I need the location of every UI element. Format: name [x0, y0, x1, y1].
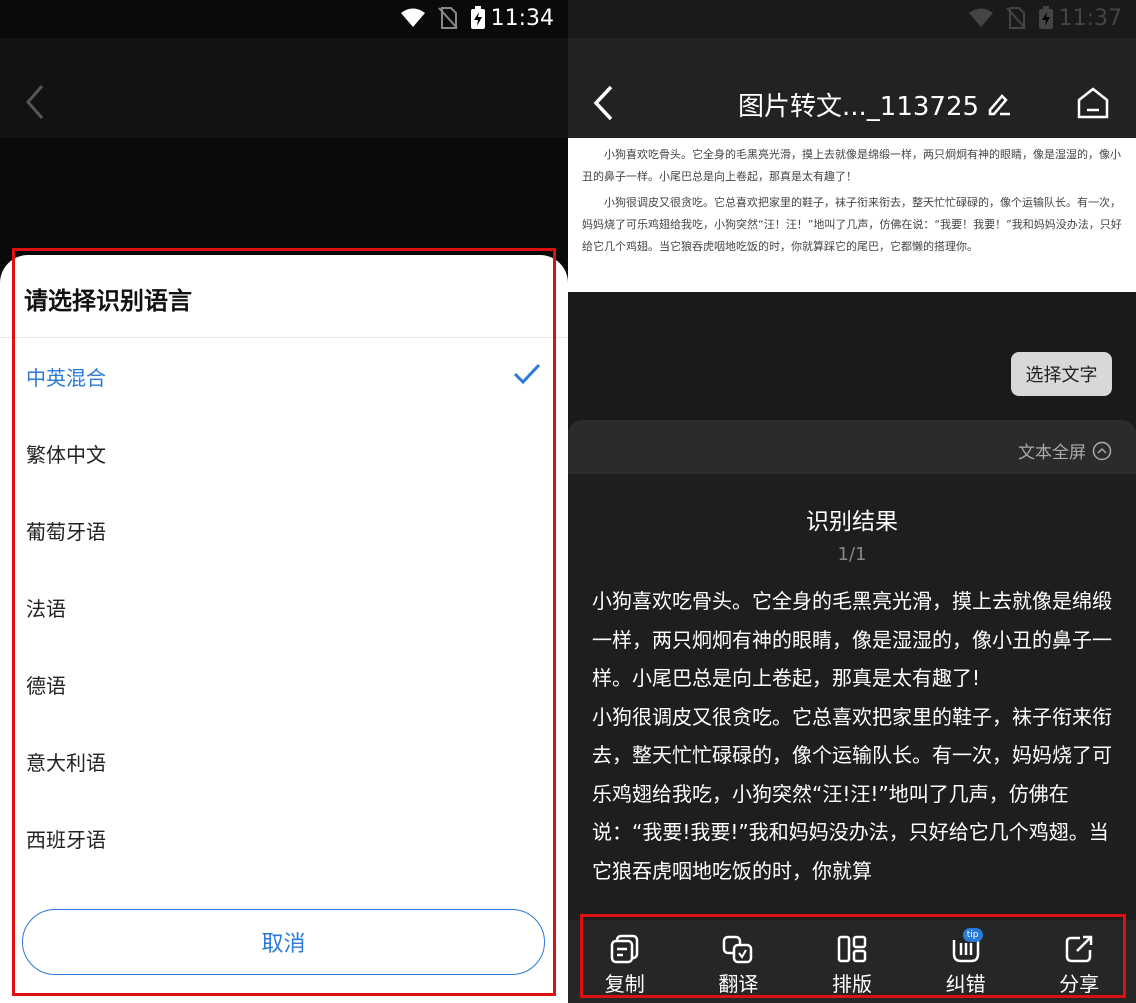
no-sim-icon: [438, 7, 458, 29]
correct-button[interactable]: tip 纠错: [909, 920, 1023, 1003]
language-label: 繁体中文: [26, 443, 106, 467]
status-bar: 11:37: [568, 0, 1136, 38]
left-screen: 11:34 请选择识别语言 中英混合 繁体中文 葡萄牙语 法语 德语 意大利语 …: [0, 0, 568, 1003]
language-option-portuguese[interactable]: 葡萄牙语: [0, 492, 568, 569]
document-title: 图片转文..._113725: [738, 92, 980, 122]
battery-charging-icon: [471, 6, 485, 29]
preview-paragraph: 小狗喜欢吃骨头。它全身的毛黑亮光滑，摸上去就像是绵缎一样，两只炯炯有神的眼睛，像…: [582, 148, 1121, 183]
result-header: 文本全屏: [568, 420, 1136, 474]
language-label: 葡萄牙语: [26, 520, 106, 544]
nav-bar: [0, 38, 568, 138]
home-icon[interactable]: [1076, 86, 1110, 120]
language-list: 中英混合 繁体中文 葡萄牙语 法语 德语 意大利语 西班牙语: [0, 338, 568, 877]
language-option-spanish[interactable]: 西班牙语: [0, 800, 568, 877]
language-label: 意大利语: [26, 751, 106, 775]
fullscreen-toggle[interactable]: 文本全屏: [1018, 438, 1112, 463]
language-select-sheet: 请选择识别语言 中英混合 繁体中文 葡萄牙语 法语 德语 意大利语 西班牙语 取…: [0, 255, 568, 1003]
wifi-icon: [401, 8, 425, 27]
source-image-preview: 小狗喜欢吃骨头。它全身的毛黑亮光滑，摸上去就像是绵缎一样，两只炯炯有神的眼睛，像…: [568, 138, 1136, 292]
layout-icon: [837, 935, 867, 963]
check-icon: [513, 363, 541, 385]
language-label: 德语: [26, 674, 66, 698]
language-option-italian[interactable]: 意大利语: [0, 723, 568, 800]
share-icon: [1065, 935, 1093, 963]
copy-icon: [610, 934, 639, 964]
recognized-text[interactable]: 小狗喜欢吃骨头。它全身的毛黑亮光滑，摸上去就像是绵缎一样，两只炯炯有神的眼睛，像…: [592, 582, 1114, 890]
translate-icon: [723, 935, 753, 964]
language-option-german[interactable]: 德语: [0, 646, 568, 723]
layout-button[interactable]: 排版: [795, 920, 909, 1003]
status-time: 11:37: [1058, 6, 1122, 31]
status-time: 11:34: [490, 6, 554, 31]
select-text-button[interactable]: 选择文字: [1011, 352, 1112, 396]
correct-label: 纠错: [945, 972, 986, 996]
battery-charging-icon: [1039, 6, 1053, 29]
language-option-french[interactable]: 法语: [0, 569, 568, 646]
language-option-mixed[interactable]: 中英混合: [0, 338, 568, 415]
edit-icon[interactable]: [986, 90, 1012, 116]
translate-label: 翻译: [718, 972, 759, 996]
correct-badge: tip: [962, 928, 983, 942]
no-sim-icon: [1006, 7, 1026, 29]
copy-button[interactable]: 复制: [568, 920, 682, 1003]
language-label: 西班牙语: [26, 828, 106, 852]
result-paragraph: 小狗喜欢吃骨头。它全身的毛黑亮光滑，摸上去就像是绵缎一样，两只炯炯有神的眼睛，像…: [592, 589, 1112, 690]
status-bar: 11:34: [0, 0, 568, 38]
right-screen: 11:37 图片转文..._113725 小狗喜欢吃骨头。它全身的毛黑亮光滑，摸…: [568, 0, 1136, 1003]
chevron-up-circle-icon: [1092, 441, 1112, 460]
language-label: 中英混合: [26, 366, 106, 390]
preview-paragraph: 小狗很调皮又很贪吃。它总喜欢把家里的鞋子，袜子衔来衔去，整天忙忙碌碌的，像个运输…: [582, 196, 1122, 253]
bottom-toolbar: 复制 翻译 排版 tip 纠错 分享: [568, 920, 1136, 1003]
translate-button[interactable]: 翻译: [682, 920, 796, 1003]
result-card: 文本全屏 识别结果 1/1 小狗喜欢吃骨头。它全身的毛黑亮光滑，摸上去就像是绵缎…: [568, 420, 1136, 1003]
page-indicator: 1/1: [837, 544, 867, 565]
share-button[interactable]: 分享: [1022, 920, 1136, 1003]
status-icons: [968, 6, 1054, 30]
result-title: 识别结果: [806, 509, 898, 535]
language-option-traditional-chinese[interactable]: 繁体中文: [0, 415, 568, 492]
copy-label: 复制: [604, 972, 645, 996]
share-label: 分享: [1059, 972, 1100, 996]
back-icon[interactable]: [18, 82, 50, 122]
back-icon[interactable]: [590, 84, 616, 122]
wifi-icon: [969, 8, 993, 27]
cancel-button[interactable]: 取消: [22, 909, 545, 975]
status-icons: [400, 6, 486, 30]
sheet-title: 请选择识别语言: [24, 287, 192, 315]
language-label: 法语: [26, 597, 66, 621]
layout-label: 排版: [831, 972, 872, 996]
result-paragraph: 小狗很调皮又很贪吃。它总喜欢把家里的鞋子，袜子衔来衔去，整天忙忙碌碌的，像个运输…: [592, 704, 1112, 883]
fullscreen-label: 文本全屏: [1018, 443, 1086, 463]
